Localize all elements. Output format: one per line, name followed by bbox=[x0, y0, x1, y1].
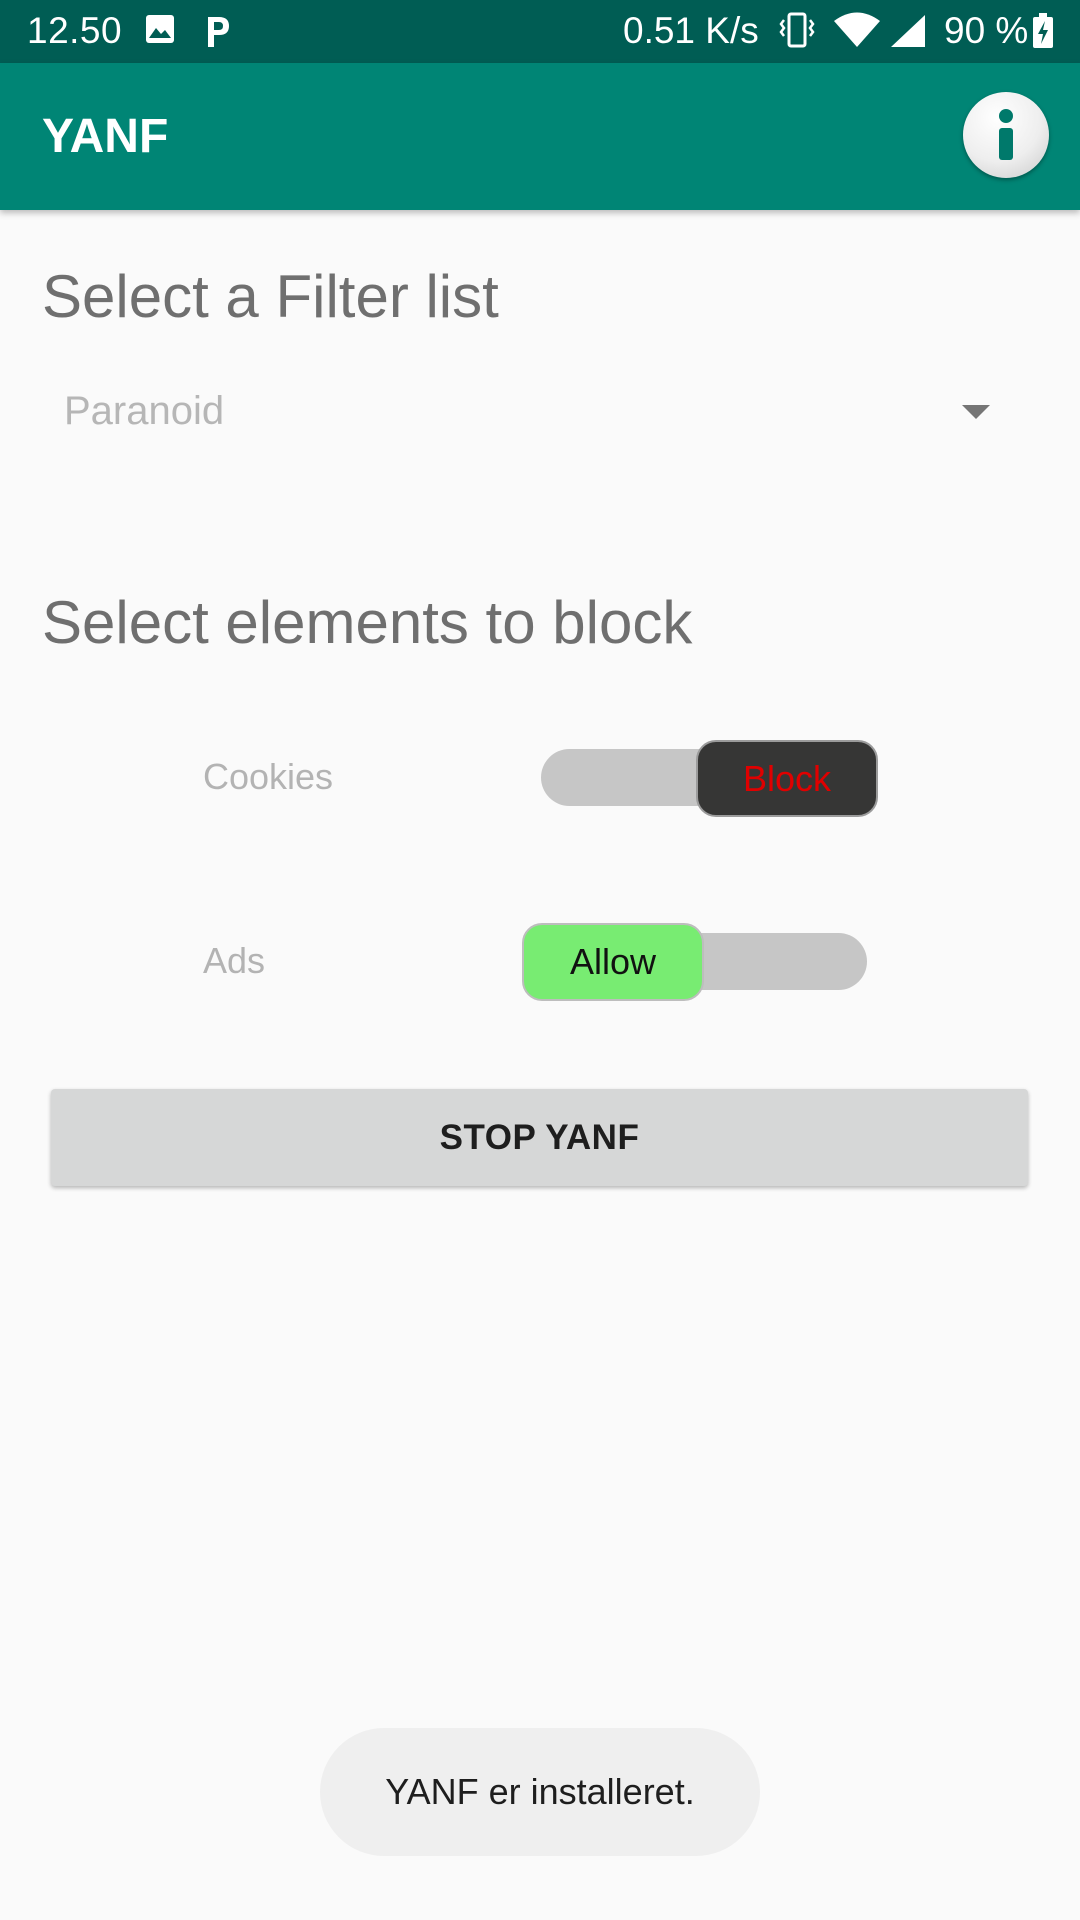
battery-percent: 90 % bbox=[944, 10, 1029, 51]
image-icon bbox=[145, 14, 175, 49]
status-bar: 12.50 0.51 K/s 90 % bbox=[0, 0, 1080, 63]
info-icon bbox=[999, 109, 1013, 160]
network-speed: 0.51 K/s bbox=[623, 10, 759, 51]
dropdown-arrow-icon bbox=[962, 405, 990, 419]
cookies-toggle-state: Block bbox=[742, 757, 832, 799]
stop-yanf-button[interactable]: STOP YANF bbox=[51, 1089, 1028, 1186]
ads-label: Ads bbox=[203, 940, 266, 981]
vibrate-icon bbox=[778, 12, 816, 53]
block-section-title: Select elements to block bbox=[42, 589, 693, 656]
ads-toggle-thumb: Allow bbox=[522, 923, 704, 1001]
ads-toggle[interactable]: Allow bbox=[522, 923, 867, 1001]
wifi-icon bbox=[833, 12, 881, 53]
app-title: YANF bbox=[42, 110, 169, 163]
info-button[interactable] bbox=[963, 92, 1049, 178]
cookies-label: Cookies bbox=[203, 756, 334, 797]
status-time: 12.50 bbox=[27, 10, 123, 51]
cookies-toggle[interactable]: Block bbox=[541, 740, 878, 817]
app-bar: YANF bbox=[0, 63, 1080, 210]
p-icon bbox=[204, 14, 232, 53]
signal-icon bbox=[890, 14, 926, 53]
toast-message: YANF er installeret. bbox=[320, 1728, 760, 1856]
filter-list-selected-value: Paranoid bbox=[64, 389, 225, 433]
cookies-toggle-thumb: Block bbox=[696, 740, 878, 817]
filter-section-title: Select a Filter list bbox=[42, 263, 499, 330]
battery-icon bbox=[1032, 13, 1054, 54]
filter-list-dropdown[interactable]: Paranoid bbox=[42, 375, 1002, 465]
ads-toggle-state: Allow bbox=[569, 941, 657, 982]
